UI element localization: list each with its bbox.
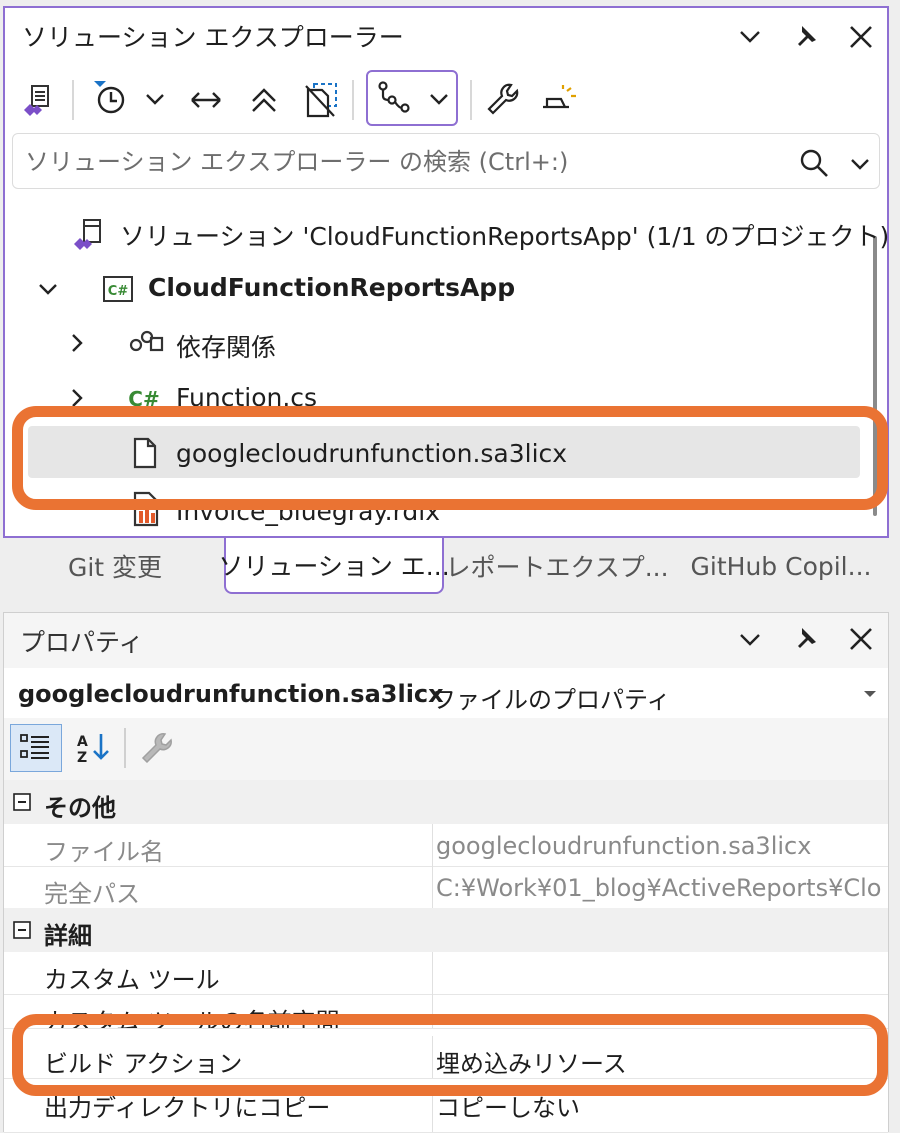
chevron-down-icon[interactable]	[736, 22, 764, 52]
property-row-copy-output[interactable]: 出力ディレクトリにコピー コピーしない	[4, 1092, 888, 1133]
properties-title: プロパティ	[20, 628, 144, 657]
view-chevron-icon	[424, 86, 454, 112]
collapse-box-icon[interactable]	[12, 920, 32, 940]
solution-icon	[68, 214, 108, 254]
highlight-selected-file	[12, 406, 888, 510]
tab-report-explorer[interactable]: レポートエクスプ...	[445, 538, 668, 594]
object-name: googlecloudrunfunction.sa3licx	[18, 680, 444, 708]
property-value: C:¥Work¥01_blog¥ActiveReports¥Clo	[436, 874, 882, 902]
tab-github-copilot[interactable]: GitHub Copil...	[676, 538, 886, 594]
search-icon[interactable]	[796, 145, 832, 181]
expand-chevron-down-icon[interactable]	[34, 276, 62, 302]
switch-views-icon[interactable]	[18, 80, 58, 120]
toolbar-separator	[124, 728, 126, 768]
tree-item-dependencies[interactable]: 依存関係	[176, 328, 276, 364]
expand-chevron-right-icon[interactable]	[64, 330, 90, 356]
sync-active-document-icon[interactable]	[184, 80, 228, 120]
close-icon[interactable]	[844, 20, 878, 54]
dropdown-chevron-icon[interactable]	[140, 86, 170, 112]
object-dropdown-icon[interactable]	[860, 686, 880, 702]
property-name: 出力ディレクトリにコピー	[44, 1094, 331, 1122]
close-icon[interactable]	[844, 622, 878, 656]
category-other[interactable]: その他	[4, 780, 888, 824]
tab-solution-explorer[interactable]: ソリューション エ...	[218, 538, 450, 594]
highlight-build-action	[12, 1014, 888, 1096]
collapse-box-icon[interactable]	[12, 792, 32, 812]
category-label: その他	[44, 794, 116, 822]
tool-window-tabs: Git 変更 ソリューション エ... レポートエクスプ... GitHub C…	[0, 538, 900, 598]
git-commit-graph-icon	[374, 78, 414, 118]
show-all-files-icon[interactable]	[300, 78, 344, 122]
tab-git-changes[interactable]: Git 変更	[20, 538, 210, 594]
dependencies-icon	[126, 326, 166, 358]
search-input[interactable]	[23, 144, 787, 180]
category-label: 詳細	[44, 922, 92, 950]
tree-item-solution[interactable]: ソリューション 'CloudFunctionReportsApp' (1/1 の…	[120, 217, 889, 253]
property-name: 完全パス	[44, 880, 140, 908]
chevron-down-icon[interactable]	[736, 626, 764, 654]
tree-item-project[interactable]: CloudFunctionReportsApp	[148, 273, 515, 302]
alphabetical-sort-icon[interactable]: A Z	[68, 724, 116, 772]
category-detail[interactable]: 詳細	[4, 908, 888, 952]
svg-text:A: A	[77, 734, 88, 750]
pending-changes-filter-icon[interactable]	[88, 78, 132, 120]
property-pages-wrench-icon[interactable]	[134, 726, 178, 770]
categorized-icon[interactable]	[10, 724, 62, 772]
property-name: ファイル名	[44, 838, 164, 866]
collapse-all-icon[interactable]	[244, 80, 284, 120]
property-value: コピーしない	[436, 1094, 580, 1122]
solution-explorer-title: ソリューション エクスプローラー	[22, 23, 404, 52]
object-type: ファイルのプロパティ	[432, 686, 671, 714]
pin-icon[interactable]	[788, 20, 822, 54]
svg-text:C#: C#	[108, 284, 129, 299]
search-box	[12, 133, 880, 189]
property-row-file-name[interactable]: ファイル名 googlecloudrunfunction.sa3licx	[4, 824, 888, 867]
preview-selected-items-icon[interactable]	[538, 80, 582, 118]
property-row-full-path[interactable]: 完全パス C:¥Work¥01_blog¥ActiveReports¥Clo	[4, 866, 888, 909]
property-row-custom-tool[interactable]: カスタム ツール	[4, 952, 888, 995]
search-options-chevron-icon[interactable]	[846, 152, 874, 176]
property-value: googlecloudrunfunction.sa3licx	[436, 832, 812, 860]
properties-wrench-icon[interactable]	[482, 78, 522, 120]
svg-text:Z: Z	[77, 750, 87, 766]
property-name: カスタム ツール	[44, 966, 220, 994]
object-selector[interactable]: googlecloudrunfunction.sa3licx ファイルのプロパテ…	[4, 668, 888, 718]
csharp-project-icon: C#	[100, 273, 136, 305]
pin-icon[interactable]	[788, 622, 822, 656]
